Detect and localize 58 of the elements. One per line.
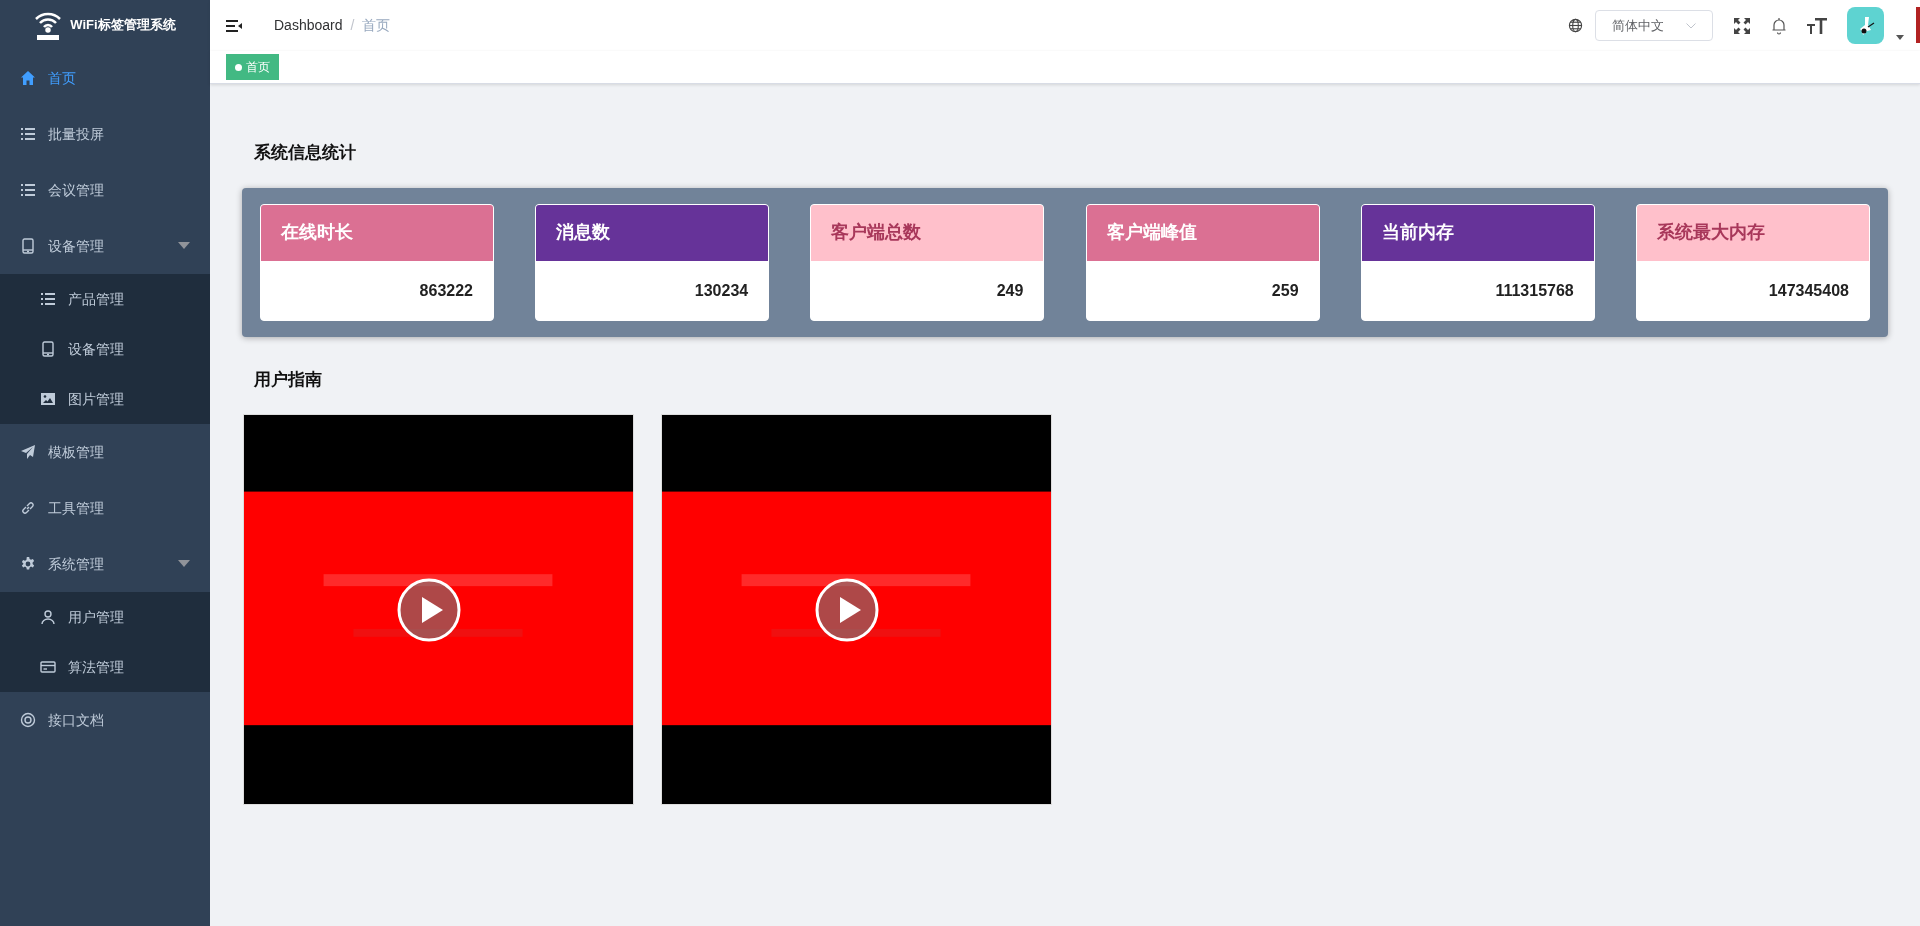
card-icon <box>40 659 56 675</box>
section-title: 系统信息统计 <box>254 142 357 164</box>
stat-value: 147345408 <box>1768 280 1849 301</box>
sidebar-item[interactable]: 系统管理 <box>0 536 210 592</box>
submenu-item[interactable]: 图片管理 <box>0 374 210 424</box>
stat-value: 249 <box>996 280 1024 301</box>
submenu-item[interactable]: 设备管理 <box>0 324 210 374</box>
stat-label: 在线时长 <box>281 221 353 244</box>
play-icon[interactable] <box>815 578 879 642</box>
tablet-icon <box>20 238 36 254</box>
paper-plane-icon <box>20 444 36 460</box>
user-icon <box>40 609 56 625</box>
stat-value: 130234 <box>694 280 749 301</box>
fullscreen-icon[interactable] <box>1733 16 1751 35</box>
avatar[interactable] <box>1847 7 1884 44</box>
caret-icon[interactable] <box>1896 35 1904 40</box>
tablet-icon <box>40 341 56 357</box>
caret-icon <box>178 242 190 250</box>
stat-value: 863222 <box>419 280 473 301</box>
sidebar-item[interactable]: 批量投屏 <box>0 106 210 162</box>
list-icon <box>20 126 36 142</box>
list-icon <box>40 291 56 307</box>
sidebar-item[interactable]: 首页 <box>0 50 210 106</box>
sidebar-item[interactable]: 会议管理 <box>0 162 210 218</box>
settings-icon <box>20 556 36 572</box>
sidebar-item[interactable]: 模板管理 <box>0 424 210 480</box>
sidebar-item[interactable]: 设备管理 <box>0 218 210 274</box>
stat-label: 消息数 <box>556 221 611 244</box>
edge-marker <box>1916 7 1920 43</box>
font-size-icon[interactable] <box>1807 16 1827 35</box>
breadcrumb-separator: / <box>350 16 355 35</box>
stat-label: 客户端总数 <box>831 221 922 244</box>
stat-value: 259 <box>1271 280 1299 301</box>
home-icon <box>20 70 36 86</box>
bell-icon[interactable] <box>1771 16 1787 35</box>
stat-label: 客户端峰值 <box>1106 221 1197 244</box>
list-icon <box>20 182 36 198</box>
submenu-item[interactable]: 用户管理 <box>0 592 210 642</box>
logo-title: WiFi标签管理系统 <box>70 16 176 35</box>
sidebar-item[interactable]: 接口文档 <box>0 692 210 748</box>
play-icon[interactable] <box>397 578 461 642</box>
stat-value: 111315768 <box>1495 280 1574 301</box>
link-icon <box>20 500 36 516</box>
menu-toggle-icon[interactable] <box>226 18 242 33</box>
section-title: 用户指南 <box>254 368 323 391</box>
caret-icon <box>178 560 190 568</box>
stat-label: 系统最大内存 <box>1656 221 1765 244</box>
lifebuoy-icon <box>20 712 36 728</box>
submenu-item[interactable]: 算法管理 <box>0 642 210 692</box>
breadcrumb-item[interactable]: Dashboard <box>274 15 343 36</box>
stat-label: 当前内存 <box>1381 221 1454 244</box>
sidebar-item[interactable]: 工具管理 <box>0 480 210 536</box>
submenu-item[interactable]: 产品管理 <box>0 274 210 324</box>
globe-icon <box>1568 18 1583 33</box>
language-select[interactable]: 简体中文 <box>1595 10 1713 41</box>
image-icon <box>40 391 56 407</box>
breadcrumb-item: 首页 <box>362 16 391 35</box>
chevron-down-icon <box>1686 22 1696 29</box>
